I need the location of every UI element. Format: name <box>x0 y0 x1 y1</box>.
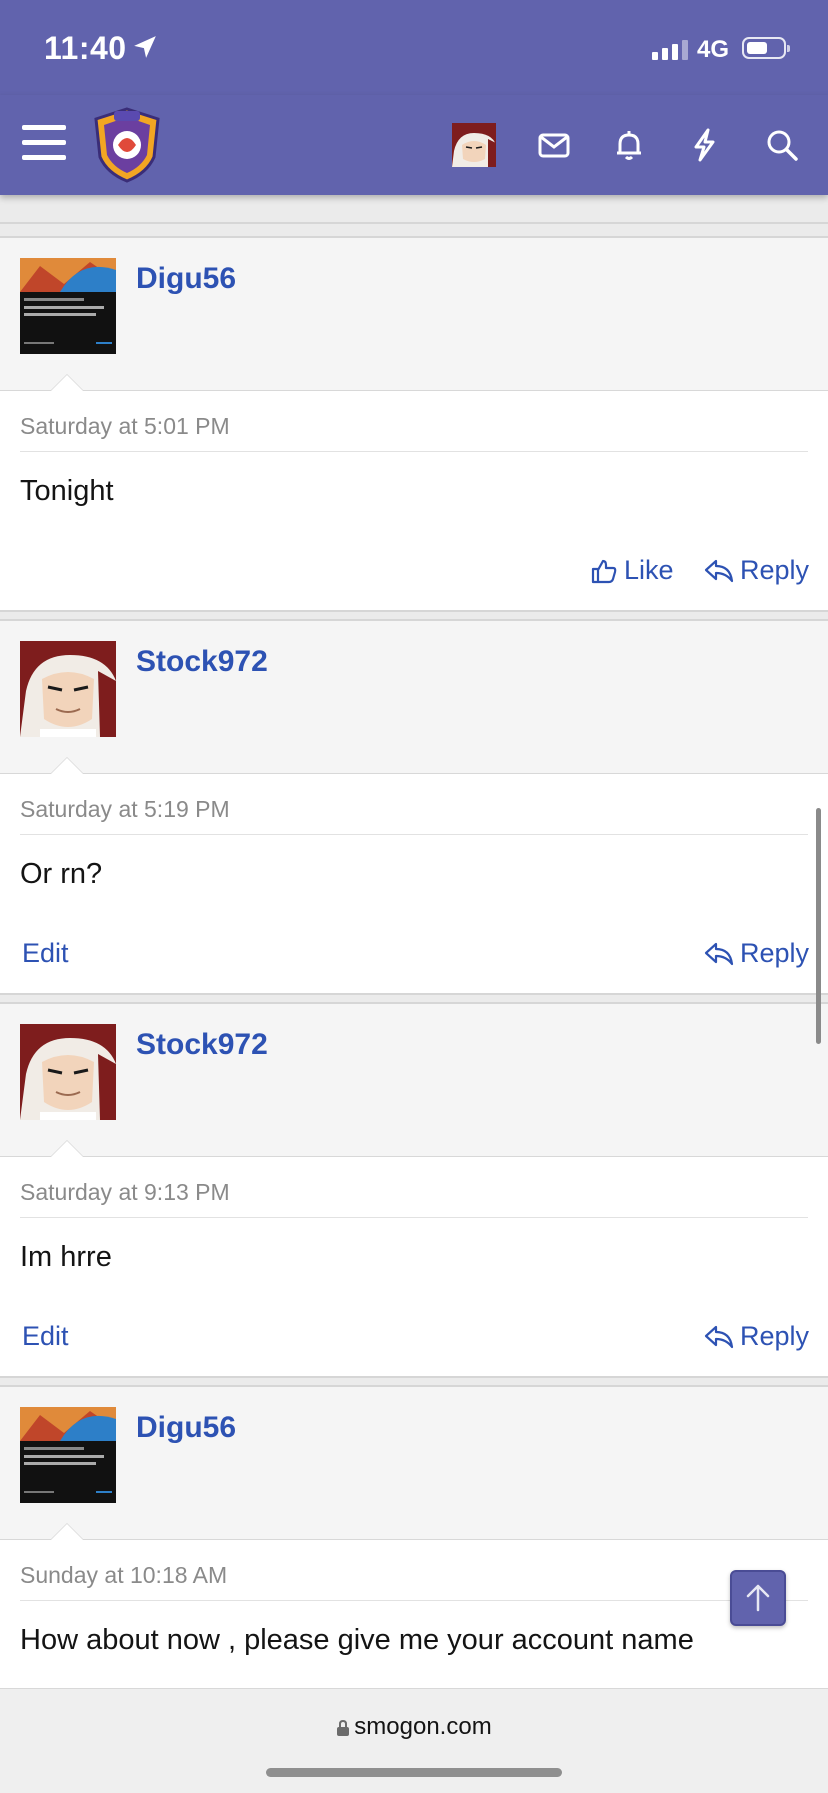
site-header <box>0 95 828 195</box>
post-body: Sunday at 10:18 AM How about now , pleas… <box>0 1523 828 1700</box>
divider <box>20 1600 808 1601</box>
divider <box>0 222 828 224</box>
browser-address-bar[interactable]: smogon.com <box>0 1688 828 1793</box>
username-link[interactable]: Digu56 <box>136 262 236 296</box>
reply-icon <box>704 559 734 582</box>
post-message: Im hrre <box>20 1241 112 1273</box>
divider <box>20 1217 808 1218</box>
edit-label: Edit <box>22 1321 69 1351</box>
post-message: Or rn? <box>20 858 103 890</box>
reply-icon <box>704 1325 734 1348</box>
post-header: Stock972 <box>0 1002 828 1158</box>
reply-button[interactable]: Reply <box>704 938 809 969</box>
avatar-stock972[interactable] <box>20 641 116 737</box>
avatar-stock972[interactable] <box>20 1024 116 1120</box>
post-body: Saturday at 5:01 PM Tonight Like Reply <box>0 374 828 611</box>
search-icon[interactable] <box>762 125 802 165</box>
mail-icon[interactable] <box>534 125 574 165</box>
post-message: Tonight <box>20 475 114 507</box>
url-text: smogon.com <box>354 1713 492 1740</box>
menu-icon[interactable] <box>22 125 66 163</box>
arrow-up-icon <box>746 1584 770 1612</box>
post-header: Digu56 <box>0 236 828 392</box>
edit-label: Edit <box>22 938 69 968</box>
post-date[interactable]: Sunday at 10:18 AM <box>20 1562 227 1589</box>
site-logo[interactable] <box>92 107 162 183</box>
reply-icon <box>704 942 734 965</box>
post-header: Digu56 <box>0 1385 828 1541</box>
reply-button[interactable]: Reply <box>704 1321 809 1352</box>
home-indicator[interactable] <box>266 1768 562 1777</box>
edit-button[interactable]: Edit <box>22 938 69 969</box>
post-body: Saturday at 5:19 PM Or rn? Edit Reply <box>0 757 828 994</box>
edit-button[interactable]: Edit <box>22 1321 69 1352</box>
scroll-to-top-button[interactable] <box>730 1570 786 1626</box>
pointer-arrow <box>50 1523 84 1540</box>
reply-label: Reply <box>740 555 810 585</box>
username-link[interactable]: Stock972 <box>136 1028 268 1062</box>
post-header: Stock972 <box>0 619 828 775</box>
like-label: Like <box>624 555 674 585</box>
post-date[interactable]: Saturday at 5:01 PM <box>20 413 230 440</box>
bell-icon[interactable] <box>609 125 649 165</box>
reply-label: Reply <box>740 1321 810 1351</box>
username-link[interactable]: Digu56 <box>136 1411 236 1445</box>
battery-icon <box>742 37 790 59</box>
network-type: 4G <box>697 36 730 63</box>
scrollbar[interactable] <box>816 808 821 1044</box>
divider <box>20 451 808 452</box>
bolt-icon[interactable] <box>684 125 724 165</box>
avatar-digu56[interactable] <box>20 1407 116 1503</box>
status-time: 11:40 <box>44 30 127 66</box>
username-link[interactable]: Stock972 <box>136 645 268 679</box>
post-message: How about now , please give me your acco… <box>20 1624 694 1656</box>
signal-icon <box>652 40 688 60</box>
pointer-arrow <box>50 374 84 391</box>
post-date[interactable]: Saturday at 9:13 PM <box>20 1179 230 1206</box>
avatar-digu56[interactable] <box>20 258 116 354</box>
location-arrow-icon <box>134 36 156 58</box>
user-avatar[interactable] <box>452 123 496 167</box>
reply-button[interactable]: Reply <box>704 555 809 586</box>
url-display[interactable]: smogon.com <box>0 1713 828 1741</box>
thumbs-up-icon <box>591 559 617 583</box>
divider <box>20 834 808 835</box>
status-bar: 11:40 4G <box>0 0 828 95</box>
pointer-arrow <box>50 757 84 774</box>
lock-icon <box>337 1719 350 1736</box>
post-date[interactable]: Saturday at 5:19 PM <box>20 796 230 823</box>
reply-label: Reply <box>740 938 810 968</box>
pointer-arrow <box>50 1140 84 1157</box>
post-body: Saturday at 9:13 PM Im hrre Edit Reply <box>0 1140 828 1377</box>
like-button[interactable]: Like <box>590 555 674 586</box>
